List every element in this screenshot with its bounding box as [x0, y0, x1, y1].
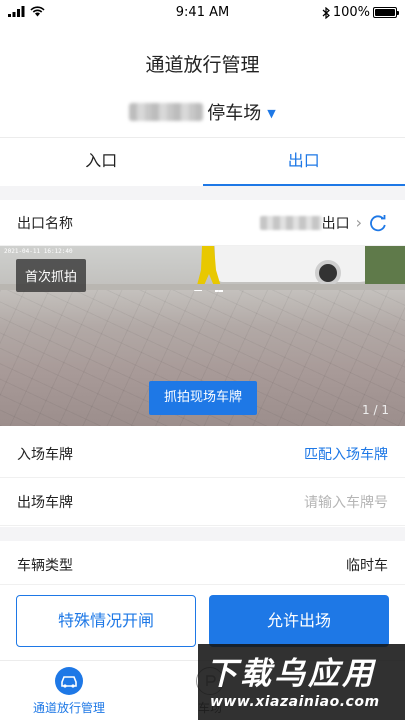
parked-car	[215, 246, 380, 286]
dropdown-caret-icon: ▼	[267, 106, 276, 120]
match-entry-plate-link[interactable]: 匹配入场车牌	[304, 444, 388, 464]
camera-timestamp: 2021-04-11 16:12:40	[4, 248, 73, 255]
tabbar-item-gate-management[interactable]: 通道放行管理	[24, 667, 114, 716]
refresh-icon[interactable]	[368, 213, 388, 233]
tab-entry[interactable]: 入口	[0, 138, 203, 186]
tab-exit[interactable]: 出口	[202, 138, 405, 186]
vehicle-type-row[interactable]: 车辆类型 临时车	[0, 541, 405, 589]
watermark-url: www.xiazainiao.com	[210, 694, 380, 710]
exit-plate-row: 出场车牌 请输入车牌号	[0, 478, 405, 526]
entry-plate-label: 入场车牌	[17, 446, 73, 463]
allow-exit-button[interactable]: 允许出场	[209, 595, 389, 647]
status-bar: 9:41 AM 100%	[0, 0, 405, 28]
special-open-button[interactable]: 特殊情况开闸	[16, 595, 196, 647]
first-capture-badge: 首次抓拍	[16, 259, 87, 292]
exit-name-redacted	[259, 215, 322, 230]
battery-icon	[373, 7, 399, 18]
section-gap	[0, 186, 405, 200]
camera-capture-image: 2021-04-11 16:12:40 首次抓拍 抓拍现场车牌 1 / 1	[0, 246, 405, 426]
exit-name-row[interactable]: 出口名称 出口 ›	[0, 200, 405, 246]
exit-name-suffix: 出口	[321, 215, 350, 232]
lot-name-suffix: 停车场	[207, 103, 262, 124]
exit-name-value: 出口 ›	[259, 213, 388, 233]
tabbar-label-gate-management: 通道放行管理	[32, 701, 105, 715]
car-icon	[55, 667, 83, 695]
exit-plate-input[interactable]: 请输入车牌号	[304, 492, 388, 512]
parking-lot-selector[interactable]: 停车场 ▼	[0, 99, 405, 125]
vehicle-type-label: 车辆类型	[17, 557, 73, 574]
vehicle-type-value: 临时车	[346, 557, 388, 574]
capture-plate-button[interactable]: 抓拍现场车牌	[149, 381, 257, 415]
image-pager: 1 / 1	[362, 403, 389, 417]
watermark-title: 下载乌应用	[206, 656, 376, 692]
chevron-right-icon: ›	[355, 213, 362, 232]
site-watermark: 下载乌应用 www.xiazainiao.com	[198, 644, 405, 720]
page-title: 通道放行管理	[145, 54, 260, 76]
exit-name-label: 出口名称	[17, 215, 73, 232]
battery-group: 100%	[322, 5, 399, 20]
lot-name-redacted	[129, 103, 204, 121]
battery-percent: 100%	[332, 5, 370, 20]
entry-exit-tabs: 入口 出口	[0, 138, 405, 186]
bluetooth-icon	[322, 6, 330, 19]
exit-plate-label: 出场车牌	[17, 494, 73, 511]
section-gap-2	[0, 527, 405, 541]
entry-plate-row: 入场车牌 匹配入场车牌	[0, 430, 405, 478]
